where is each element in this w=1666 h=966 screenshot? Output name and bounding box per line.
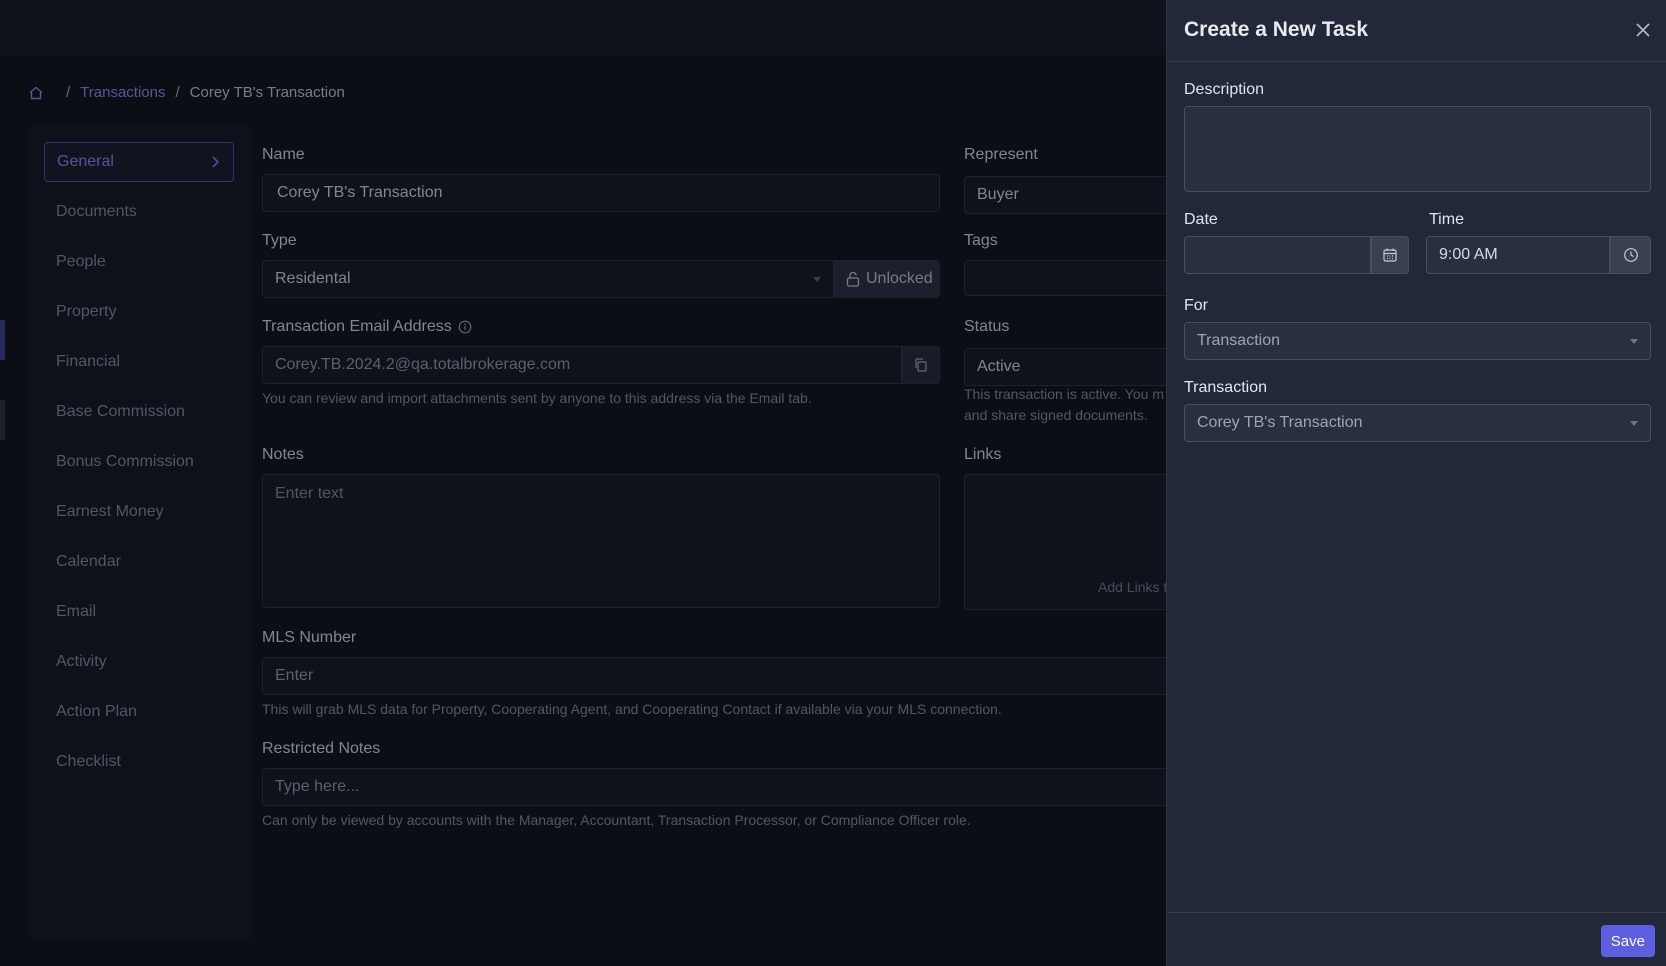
- date-picker-button[interactable]: [1371, 236, 1409, 274]
- for-select-value: Transaction: [1197, 332, 1280, 349]
- clock-icon: [1623, 247, 1639, 263]
- drawer-title: Create a New Task: [1184, 18, 1369, 41]
- calendar-icon: [1382, 247, 1398, 263]
- date-input[interactable]: [1184, 236, 1371, 274]
- transaction-select-value: Corey TB's Transaction: [1197, 414, 1363, 431]
- transaction-label: Transaction: [1184, 379, 1267, 396]
- drawer-footer: Save: [1167, 912, 1666, 966]
- close-icon[interactable]: [1633, 20, 1653, 40]
- modal-backdrop[interactable]: [0, 0, 1166, 966]
- description-textarea[interactable]: [1184, 106, 1651, 192]
- for-select[interactable]: Transaction: [1184, 322, 1651, 360]
- description-label: Description: [1184, 81, 1265, 98]
- drawer-header: Create a New Task: [1167, 0, 1666, 62]
- for-label: For: [1184, 297, 1208, 314]
- chevron-down-icon: [1630, 339, 1638, 344]
- date-label: Date: [1184, 211, 1218, 228]
- time-input[interactable]: 9:00 AM: [1426, 236, 1610, 274]
- transaction-select[interactable]: Corey TB's Transaction: [1184, 404, 1651, 442]
- chevron-down-icon: [1630, 421, 1638, 426]
- time-label: Time: [1429, 211, 1464, 228]
- save-button[interactable]: Save: [1600, 925, 1655, 957]
- create-task-drawer: Create a New Task Description Date Time …: [1166, 0, 1666, 966]
- time-picker-button[interactable]: [1610, 236, 1651, 274]
